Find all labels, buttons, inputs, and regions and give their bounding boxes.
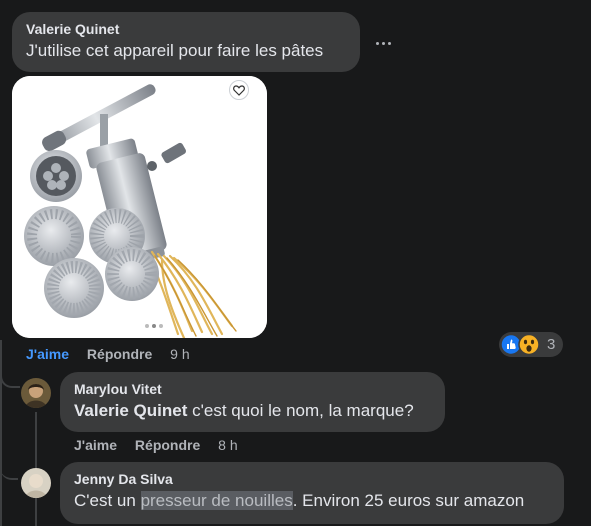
die-disc-5 xyxy=(105,247,159,301)
more-options-icon[interactable] xyxy=(372,32,394,54)
avatar[interactable] xyxy=(21,378,51,408)
mention-link[interactable]: Valerie Quinet xyxy=(74,401,187,420)
thread-line-branch xyxy=(0,460,18,480)
like-button[interactable]: J'aime xyxy=(26,346,69,362)
reply-author[interactable]: Jenny Da Silva xyxy=(74,470,550,488)
thread-line-branch xyxy=(0,368,20,388)
reply-button[interactable]: Répondre xyxy=(135,437,200,453)
pasta-press-image xyxy=(12,76,267,338)
comment-author[interactable]: Valerie Quinet xyxy=(26,20,346,38)
reaction-count: 3 xyxy=(547,336,556,353)
reply-bubble: Marylou Vitet Valerie Quinet c'est quoi … xyxy=(60,372,445,432)
like-button[interactable]: J'aime xyxy=(74,437,117,453)
like-icon xyxy=(500,333,522,356)
comment-attachment-image[interactable] xyxy=(12,76,267,338)
comment-actions: J'aime Répondre 9 h xyxy=(26,346,190,362)
reply-text-part: . Environ 25 euros sur amazon xyxy=(292,491,525,510)
timestamp[interactable]: 9 h xyxy=(170,346,189,362)
wow-icon xyxy=(518,333,540,356)
die-disc-4 xyxy=(44,258,104,318)
reply-text: C'est un presseur de nouilles. Environ 2… xyxy=(74,490,550,512)
die-disc-2 xyxy=(24,206,84,266)
comment-bubble: Valerie Quinet J'utilise cet appareil po… xyxy=(12,12,360,72)
reaction-summary[interactable]: 3 xyxy=(499,332,563,357)
reply-button[interactable]: Répondre xyxy=(87,346,152,362)
reply-author[interactable]: Marylou Vitet xyxy=(74,380,431,398)
selected-text: presseur de nouilles xyxy=(140,491,293,510)
heart-icon[interactable] xyxy=(229,80,249,100)
reply-text: Valerie Quinet c'est quoi le nom, la mar… xyxy=(74,400,431,422)
reply-actions: J'aime Répondre 8 h xyxy=(74,437,238,453)
reply-text-body: c'est quoi le nom, la marque? xyxy=(187,401,414,420)
die-disc-1 xyxy=(30,150,82,202)
avatar[interactable] xyxy=(21,468,51,498)
reply-bubble: Jenny Da Silva C'est un presseur de noui… xyxy=(60,462,564,524)
timestamp[interactable]: 8 h xyxy=(218,437,237,453)
reply-text-part: C'est un xyxy=(74,491,141,510)
comment-text: J'utilise cet appareil pour faire les pâ… xyxy=(26,41,324,60)
